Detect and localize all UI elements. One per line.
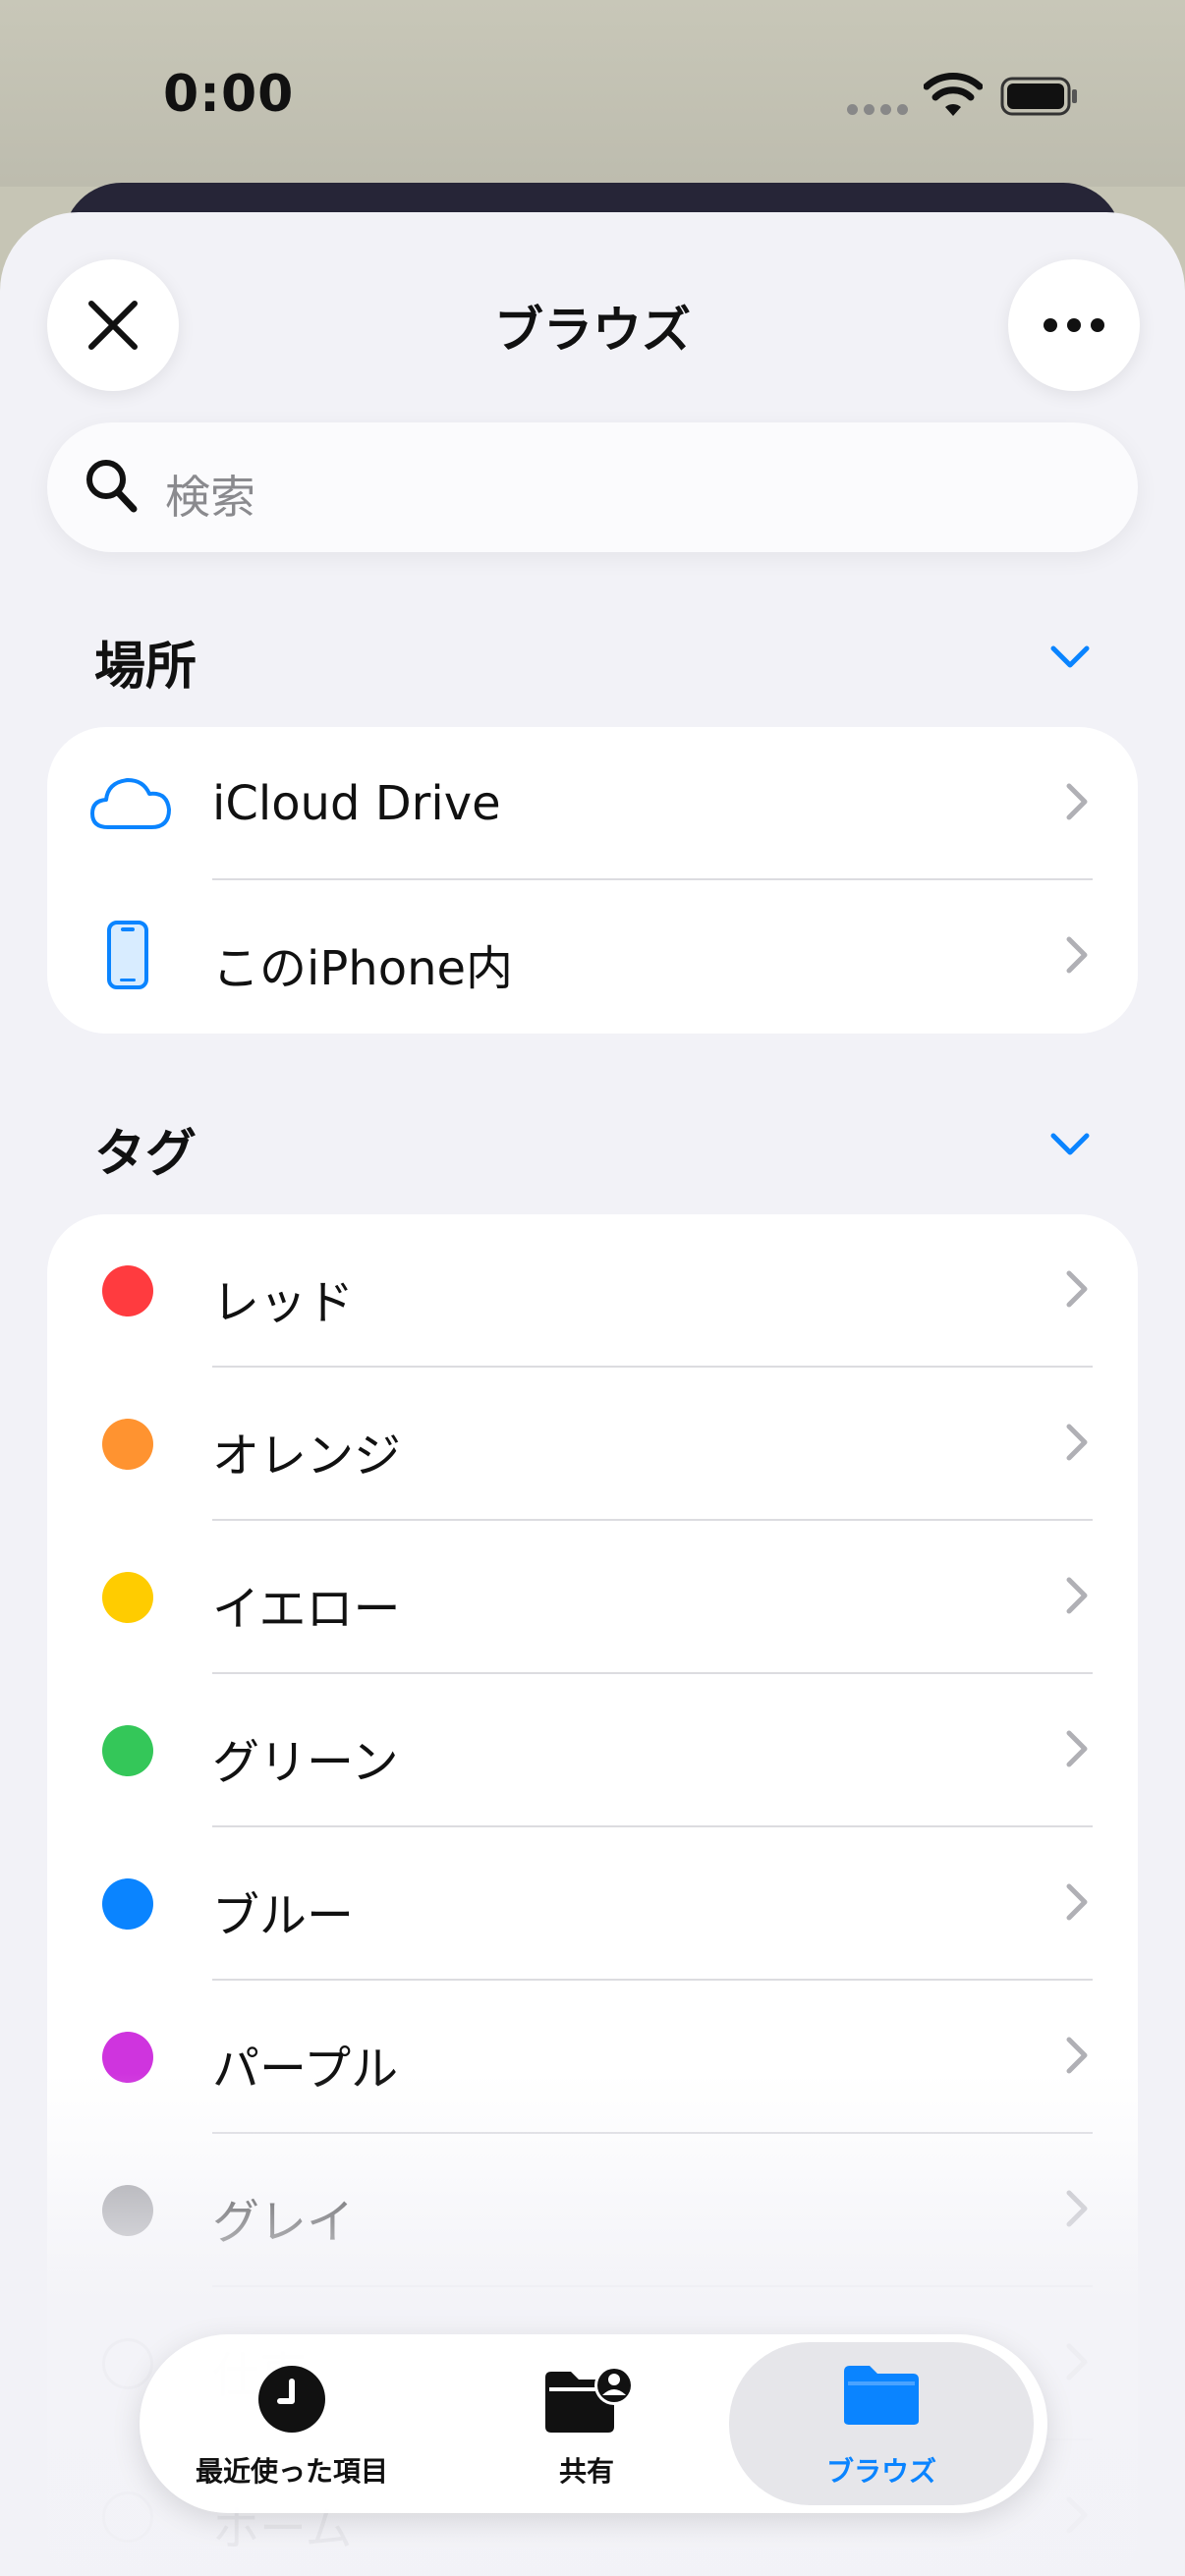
chevron-right-icon	[1066, 1270, 1088, 1308]
tab-label: 最近使った項目	[195, 2455, 388, 2488]
location-item-on-my-iphone[interactable]: このiPhone内	[47, 880, 1138, 1034]
chevron-right-icon	[1066, 1730, 1088, 1767]
status-bar: 0:00	[0, 0, 1185, 187]
tag-label: イエロー	[212, 1582, 401, 1637]
tag-label: グレイ	[212, 2195, 355, 2250]
tag-color-dot	[102, 1878, 153, 1930]
chevron-right-icon	[1066, 936, 1088, 974]
folder-icon	[844, 2366, 919, 2425]
status-time: 0:00	[163, 65, 295, 124]
tag-item-green[interactable]: グリーン	[47, 1674, 1138, 1827]
chevron-right-icon	[1066, 1883, 1088, 1921]
chevron-right-icon	[1066, 2190, 1088, 2227]
location-item-icloud-drive[interactable]: iCloud Drive	[47, 727, 1138, 880]
tag-label: グリーン	[212, 1735, 399, 1790]
tag-label: オレンジ	[212, 1428, 402, 1484]
chevron-right-icon	[1066, 1424, 1088, 1461]
tags-collapse-chevron-icon[interactable]	[1049, 1132, 1091, 1157]
tag-item-gray[interactable]: グレイ	[47, 2134, 1138, 2287]
shared-folder-icon	[545, 2366, 634, 2433]
chevron-right-icon	[1066, 1577, 1088, 1614]
tag-color-dot	[102, 2185, 153, 2236]
chevron-right-icon	[1066, 783, 1088, 820]
chevron-right-icon	[1066, 2343, 1088, 2380]
tag-label: ブルー	[212, 1888, 355, 1943]
more-icon	[1044, 318, 1104, 332]
search-field[interactable]: 検索	[47, 422, 1138, 552]
iphone-icon	[107, 921, 148, 989]
tags-section-title: タグ	[94, 1125, 198, 1184]
more-button[interactable]	[1008, 259, 1140, 391]
location-label: iCloud Drive	[212, 776, 501, 831]
tag-color-dot	[102, 1572, 153, 1623]
tag-color-dot	[102, 1265, 153, 1316]
tag-item-blue[interactable]: ブルー	[47, 1827, 1138, 1981]
search-placeholder: 検索	[165, 471, 255, 524]
icloud-icon	[90, 778, 171, 829]
location-label: このiPhone内	[212, 941, 514, 996]
locations-section-title: 場所	[94, 638, 198, 697]
wifi-icon	[924, 73, 983, 116]
battery-icon	[1000, 77, 1077, 116]
cellular-icon	[847, 104, 908, 115]
tab-label: 共有	[558, 2455, 614, 2488]
tab-bar: 最近使った項目 共有 ブラウズ	[140, 2334, 1047, 2513]
chevron-right-icon	[1066, 2496, 1088, 2534]
tag-label: レッド	[212, 1275, 355, 1330]
locations-list: iCloud Drive このiPhone内	[47, 727, 1138, 1034]
tag-color-dot	[102, 1419, 153, 1470]
tab-label: ブラウズ	[825, 2455, 936, 2488]
tab-shared[interactable]: 共有	[444, 2334, 729, 2513]
tag-item-yellow[interactable]: イエロー	[47, 1521, 1138, 1674]
clock-icon	[258, 2366, 325, 2433]
tag-color-dot	[102, 2032, 153, 2083]
tag-item-orange[interactable]: オレンジ	[47, 1368, 1138, 1521]
locations-collapse-chevron-icon[interactable]	[1049, 644, 1091, 670]
chevron-right-icon	[1066, 2037, 1088, 2074]
tag-color-dot	[102, 1725, 153, 1776]
tab-recents[interactable]: 最近使った項目	[140, 2334, 444, 2513]
browse-sheet: ブラウズ 検索 場所 iCloud Drive このiPhone内 タグ レッド…	[0, 212, 1185, 2576]
tab-browse[interactable]: ブラウズ	[729, 2342, 1034, 2505]
tag-item-purple[interactable]: パープル	[47, 1981, 1138, 2134]
tag-label: パープル	[212, 2042, 399, 2097]
search-icon	[86, 460, 138, 513]
tag-item-red[interactable]: レッド	[47, 1214, 1138, 1368]
